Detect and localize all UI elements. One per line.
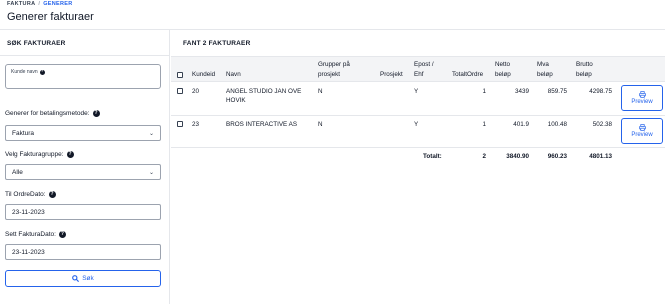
cell-grupper: N xyxy=(318,88,323,95)
cell-grupper: N xyxy=(318,121,323,128)
payment-method-value: Faktura xyxy=(12,129,35,137)
totals-brutto: 4801.13 xyxy=(589,153,612,160)
cell-brutto: 4298.75 xyxy=(589,88,612,95)
preview-button[interactable]: Preview xyxy=(621,118,663,144)
cell-mva: 100.48 xyxy=(547,121,567,128)
select-all-checkbox[interactable] xyxy=(177,72,183,78)
col-prosjekt[interactable]: Prosjekt xyxy=(380,70,403,79)
cell-totaltordre: 1 xyxy=(482,88,486,95)
col-mva-line1[interactable]: Mva xyxy=(537,60,549,69)
search-button[interactable]: Søk xyxy=(5,270,161,287)
totals-orders: 2 xyxy=(482,153,486,160)
cell-kundeid: 20 xyxy=(192,88,200,95)
printer-icon xyxy=(638,124,646,131)
row-checkbox[interactable] xyxy=(177,121,183,127)
col-grupper-line1[interactable]: Grupper på xyxy=(318,60,350,69)
invoice-group-select[interactable]: Alle ⌄ xyxy=(5,164,161,180)
invoice-date-label: Sett FakturaDato: ? xyxy=(5,231,66,238)
to-order-date-label: Til OrdreDato: ? xyxy=(5,191,56,198)
search-sidebar: SØK FAKTURAER Kunde navn ? Generer for b… xyxy=(0,30,170,304)
printer-icon xyxy=(638,91,646,98)
row-divider xyxy=(171,147,665,148)
cell-navn-line1: BROS INTERACTIVE AS xyxy=(226,121,298,128)
cell-navn-line1: ANGEL STUDIO JAN OVE xyxy=(226,88,302,95)
col-brutto-line2[interactable]: beløp xyxy=(576,70,592,79)
preview-label: Preview xyxy=(631,132,653,138)
cell-epost: Y xyxy=(414,88,419,95)
results-panel: FANT 2 FAKTURAER Kundeid Navn Grupper på… xyxy=(171,30,665,304)
col-navn[interactable]: Navn xyxy=(226,70,241,79)
cell-netto: 401.9 xyxy=(513,121,529,128)
col-netto-line1[interactable]: Netto xyxy=(495,60,510,69)
payment-method-select[interactable]: Faktura ⌄ xyxy=(5,125,161,141)
page-title: Generer fakturaer xyxy=(7,11,94,23)
col-mva-line2[interactable]: beløp xyxy=(537,70,553,79)
search-icon xyxy=(72,275,80,282)
breadcrumb: FAKTURA / GENERER xyxy=(7,1,73,7)
cell-netto: 3439 xyxy=(514,88,529,95)
cell-epost: Y xyxy=(414,121,419,128)
sidebar-title: SØK FAKTURAER xyxy=(7,40,66,47)
payment-method-label: Generer for betalingsmetode: ? xyxy=(5,110,100,117)
totals-mva: 960.23 xyxy=(547,153,567,160)
breadcrumb-generer[interactable]: GENERER xyxy=(43,1,72,7)
chevron-down-icon: ⌄ xyxy=(148,130,154,137)
totals-label: Totalt: xyxy=(423,153,442,160)
to-order-date-value: 23-11-2023 xyxy=(12,208,45,216)
cell-navn-line2: HOVIK xyxy=(226,97,246,104)
cell-mva: 859.75 xyxy=(547,88,567,95)
breadcrumb-faktura[interactable]: FAKTURA xyxy=(7,1,35,7)
invoice-date-value: 23-11-2023 xyxy=(12,248,45,256)
col-brutto-line1[interactable]: Brutto xyxy=(576,60,593,69)
row-checkbox[interactable] xyxy=(177,88,183,94)
invoice-group-value: Alle xyxy=(12,168,23,176)
col-netto-line2[interactable]: beløp xyxy=(495,70,511,79)
invoice-group-label: Velg Fakturagruppe: ? xyxy=(5,151,74,158)
col-kundeid[interactable]: Kundeid xyxy=(192,70,215,79)
page-header: FAKTURA / GENERER Generer fakturaer xyxy=(0,0,665,30)
help-icon[interactable]: ? xyxy=(39,69,45,75)
invoice-date-label-text: Sett FakturaDato: xyxy=(5,231,56,238)
preview-button[interactable]: Preview xyxy=(621,85,663,111)
payment-method-label-text: Generer for betalingsmetode: xyxy=(5,110,90,117)
breadcrumb-separator: / xyxy=(38,1,41,7)
to-order-date-input[interactable]: 23-11-2023 xyxy=(5,204,161,220)
chevron-down-icon: ⌄ xyxy=(148,169,154,176)
preview-label: Preview xyxy=(631,99,653,105)
help-icon[interactable]: ? xyxy=(92,110,100,117)
to-order-date-label-text: Til OrdreDato: xyxy=(5,191,46,198)
search-button-label: Søk xyxy=(82,275,94,282)
sidebar-divider xyxy=(0,55,170,56)
col-totaltordre[interactable]: TotaltOrdre xyxy=(452,70,483,79)
customer-name-label: Kunde navn ? xyxy=(11,69,45,75)
totals-netto: 3840.90 xyxy=(506,153,529,160)
cell-kundeid: 23 xyxy=(192,121,200,128)
row-divider xyxy=(171,115,665,116)
customer-name-input[interactable]: Kunde navn ? xyxy=(5,64,161,89)
help-icon[interactable]: ? xyxy=(58,231,66,238)
col-epost-line2[interactable]: Ehf xyxy=(414,70,423,79)
help-icon[interactable]: ? xyxy=(66,151,74,158)
customer-name-label-text: Kunde navn xyxy=(11,69,38,75)
invoice-date-input[interactable]: 23-11-2023 xyxy=(5,244,161,260)
help-icon[interactable]: ? xyxy=(48,191,56,198)
col-epost-line1[interactable]: Epost / xyxy=(414,60,434,69)
results-title: FANT 2 FAKTURAER xyxy=(183,40,251,47)
cell-totaltordre: 1 xyxy=(482,121,486,128)
col-grupper-line2[interactable]: prosjekt xyxy=(318,70,340,79)
table-header: Kundeid Navn Grupper på prosjekt Prosjek… xyxy=(171,56,665,82)
invoice-group-label-text: Velg Fakturagruppe: xyxy=(5,151,64,158)
cell-brutto: 502.38 xyxy=(592,121,612,128)
